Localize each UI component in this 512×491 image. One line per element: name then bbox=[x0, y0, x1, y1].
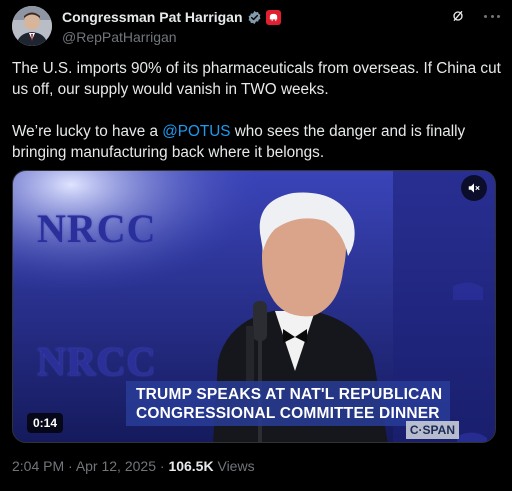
mention-link[interactable]: @POTUS bbox=[162, 123, 230, 140]
video-duration: 0:14 bbox=[27, 413, 64, 433]
verified-badge-icon[interactable] bbox=[247, 10, 262, 25]
caption-line-1: TRUMP SPEAKS AT NAT'L REPUBLICAN bbox=[136, 386, 443, 403]
more-dots-icon[interactable] bbox=[484, 8, 500, 24]
tweet-header: Congressman Pat Harrigan @RepPatHarrigan bbox=[12, 6, 500, 46]
tweet-date[interactable]: Apr 12, 2025 bbox=[76, 458, 156, 474]
meta-separator-2: · bbox=[155, 458, 169, 474]
meta-separator: · bbox=[64, 458, 76, 474]
author-display-name[interactable]: Congressman Pat Harrigan bbox=[62, 9, 243, 25]
grok-icon[interactable] bbox=[450, 8, 466, 24]
mute-speaker-icon[interactable] bbox=[461, 175, 487, 201]
video-caption: TRUMP SPEAKS AT NAT'L REPUBLICAN CONGRES… bbox=[126, 381, 451, 426]
views-count: 106.5K bbox=[168, 458, 214, 474]
gop-elephant-icon[interactable] bbox=[265, 9, 281, 25]
backdrop-text-1: NRCC bbox=[37, 206, 157, 251]
tweet-body: The U.S. imports 90% of its pharmaceutic… bbox=[12, 58, 502, 184]
tweet-paragraph-2-prefix: We’re lucky to have a bbox=[12, 123, 163, 140]
views-label: Views bbox=[213, 458, 255, 474]
video-player[interactable]: NRCC NRCC TRUMP SPEAKS AT NAT'L REPUBLIC… bbox=[12, 170, 496, 443]
cspan-logo: C·SPAN bbox=[405, 421, 459, 439]
backdrop-text-2: NRCC bbox=[37, 339, 157, 384]
caption-line-2: CONGRESSIONAL COMMITTEE DINNER bbox=[136, 405, 440, 422]
avatar-image bbox=[12, 6, 52, 46]
author-handle[interactable]: @RepPatHarrigan bbox=[62, 29, 281, 45]
tweet-time[interactable]: 2:04 PM bbox=[12, 458, 64, 474]
tweet-paragraph-1: The U.S. imports 90% of its pharmaceutic… bbox=[12, 60, 501, 98]
tweet-meta: 2:04 PM · Apr 12, 2025 · 106.5K Views bbox=[12, 458, 255, 474]
avatar[interactable] bbox=[12, 6, 52, 46]
tweet-paragraph-2: We’re lucky to have a @POTUS who sees th… bbox=[12, 121, 502, 163]
